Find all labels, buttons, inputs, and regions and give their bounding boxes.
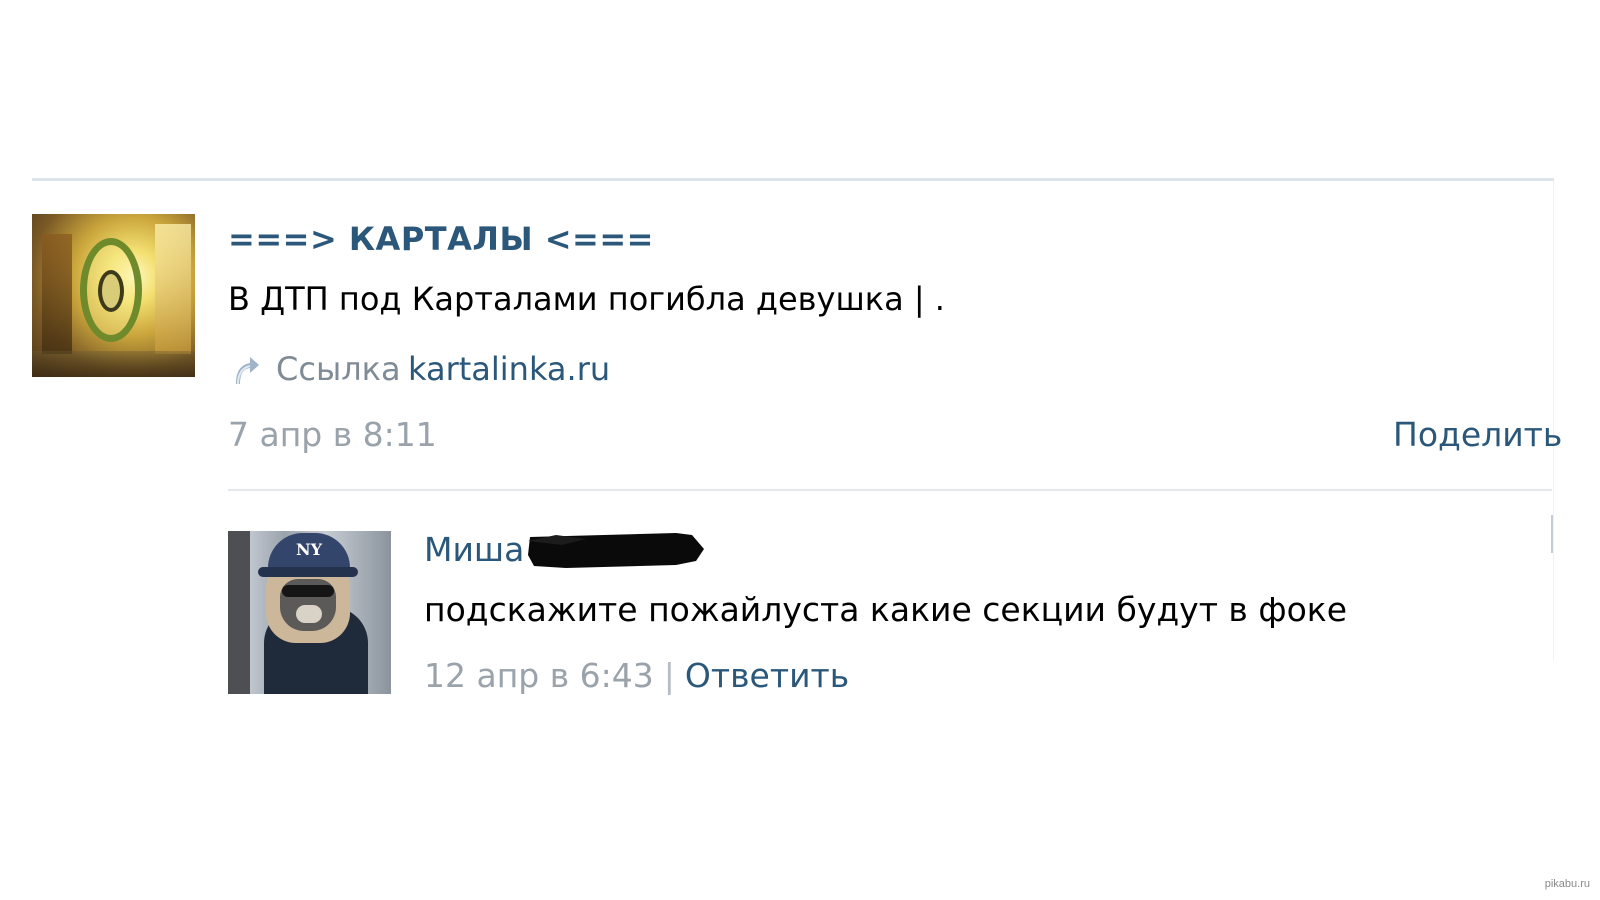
- commenter-avatar[interactable]: NY: [228, 531, 391, 694]
- site-watermark: pikabu.ru: [1544, 878, 1590, 890]
- medal-emblem: [98, 270, 124, 312]
- post-date[interactable]: 7 апр в 8:11: [228, 415, 437, 454]
- group-name-link[interactable]: ===> КАРТАЛЫ <===: [228, 220, 654, 258]
- redacted-surname-mark: [528, 533, 704, 568]
- share-button[interactable]: Поделить: [1393, 415, 1562, 454]
- link-domain[interactable]: kartalinka.ru: [408, 350, 610, 388]
- meta-separator: |: [663, 656, 675, 695]
- avatar-decor-left: [42, 234, 72, 354]
- comments-divider: [228, 489, 1552, 491]
- comment-date[interactable]: 12 апр в 6:43: [424, 656, 654, 695]
- post-text: В ДТП под Карталами погибла девушка | .: [228, 280, 945, 318]
- avatar-background: [228, 531, 250, 694]
- avatar-glasses: [282, 585, 334, 597]
- avatar-visor: [258, 567, 358, 577]
- group-avatar[interactable]: [32, 214, 195, 377]
- reply-button[interactable]: Ответить: [685, 656, 849, 695]
- comment-author-link[interactable]: Миша: [424, 530, 524, 569]
- comment-text: подскажите пожайлуста какие секции будут…: [424, 590, 1348, 629]
- comment-meta: 12 апр в 6:43 | Ответить: [424, 656, 849, 695]
- post-top-divider: [32, 178, 1554, 181]
- scrollbar-thumb[interactable]: [1551, 515, 1553, 553]
- link-prefix-label: Ссылка: [276, 350, 401, 388]
- avatar-snout: [296, 605, 322, 623]
- arrow-link-icon: [236, 357, 259, 385]
- cap-logo-icon: NY: [296, 540, 323, 559]
- avatar-decor-right: [155, 224, 191, 354]
- avatar-caption-strip: [32, 351, 195, 377]
